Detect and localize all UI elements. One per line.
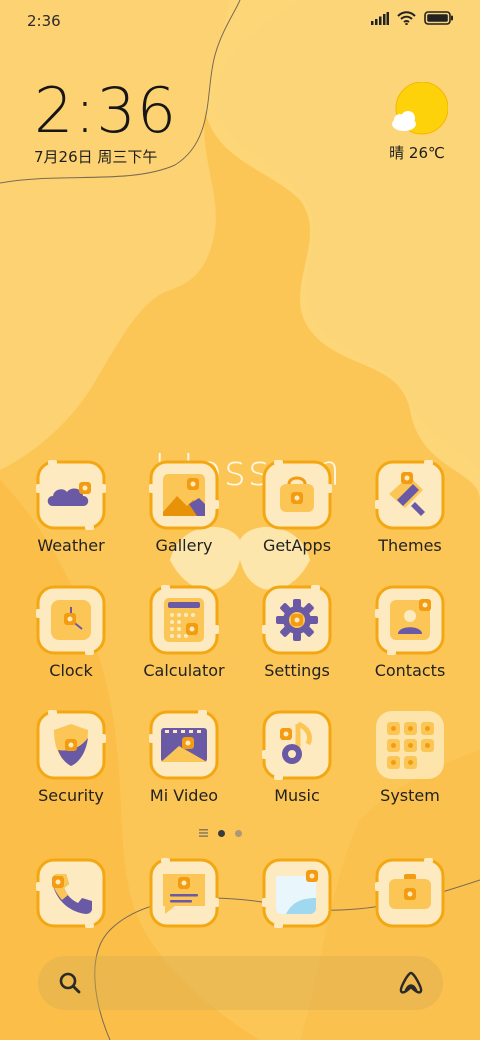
- app-label: Weather: [37, 536, 105, 555]
- mi-video-icon: [149, 710, 219, 780]
- themes-icon: [375, 460, 445, 530]
- app-contacts[interactable]: Contacts: [354, 585, 466, 695]
- app-settings[interactable]: Settings: [241, 585, 353, 695]
- app-clock[interactable]: Clock: [15, 585, 127, 695]
- app-label: System: [380, 786, 440, 805]
- app-label: Music: [274, 786, 320, 805]
- app-system-folder[interactable]: System: [354, 710, 466, 820]
- weather-icon: [36, 460, 106, 530]
- app-weather[interactable]: Weather: [15, 460, 127, 570]
- getapps-icon: [262, 460, 332, 530]
- assistant-icon[interactable]: [397, 970, 425, 996]
- dock-messages[interactable]: [128, 858, 240, 930]
- settings-icon: [262, 585, 332, 655]
- contacts-icon: [375, 585, 445, 655]
- page-dot-active[interactable]: [218, 829, 225, 837]
- app-calculator[interactable]: Calculator: [128, 585, 240, 695]
- page-indicator[interactable]: [199, 829, 242, 837]
- clock-date: 7月26日 周三下午: [34, 148, 158, 166]
- sun-cloud-icon: [392, 82, 448, 135]
- weather-text: 晴 26℃: [389, 144, 445, 162]
- app-label: Security: [38, 786, 104, 805]
- dock-camera[interactable]: [354, 858, 466, 930]
- music-icon: [262, 710, 332, 780]
- app-label: Themes: [378, 536, 442, 555]
- status-bar: 2:36: [0, 0, 480, 44]
- app-music[interactable]: Music: [241, 710, 353, 820]
- signal-icon: [371, 11, 389, 25]
- camera-icon: [375, 858, 445, 928]
- app-getapps[interactable]: GetApps: [241, 460, 353, 570]
- app-label: Clock: [49, 661, 93, 680]
- security-icon: [36, 710, 106, 780]
- battery-icon: [424, 11, 453, 25]
- app-label: GetApps: [262, 536, 332, 555]
- clock-time: 2:36: [34, 74, 178, 147]
- weather-widget[interactable]: 晴 26℃: [382, 82, 452, 163]
- browser-icon: [262, 858, 332, 928]
- page-dot[interactable]: [235, 829, 242, 837]
- search-icon[interactable]: [58, 971, 82, 995]
- status-time: 2:36: [27, 12, 61, 30]
- dock-browser[interactable]: [241, 858, 353, 930]
- app-label: Contacts: [374, 661, 446, 680]
- clock-widget[interactable]: 2:36 7月26日 周三下午: [34, 78, 177, 167]
- calculator-icon: [149, 585, 219, 655]
- app-label: Settings: [264, 661, 330, 680]
- app-label: Calculator: [143, 661, 225, 680]
- app-gallery[interactable]: Gallery: [128, 460, 240, 570]
- app-mi-video[interactable]: Mi Video: [128, 710, 240, 820]
- status-icons: [371, 11, 454, 25]
- app-label: Mi Video: [149, 786, 219, 805]
- app-label: Gallery: [155, 536, 213, 555]
- wifi-icon: [397, 11, 416, 25]
- system-folder-icon: [376, 711, 444, 779]
- app-themes[interactable]: Themes: [354, 460, 466, 570]
- list-icon: [199, 829, 208, 837]
- messages-icon: [149, 858, 219, 928]
- phone-icon: [36, 858, 106, 928]
- dock-phone[interactable]: [15, 858, 127, 930]
- gallery-icon: [149, 460, 219, 530]
- app-security[interactable]: Security: [15, 710, 127, 820]
- clock-icon: [36, 585, 106, 655]
- search-bar[interactable]: [38, 956, 443, 1010]
